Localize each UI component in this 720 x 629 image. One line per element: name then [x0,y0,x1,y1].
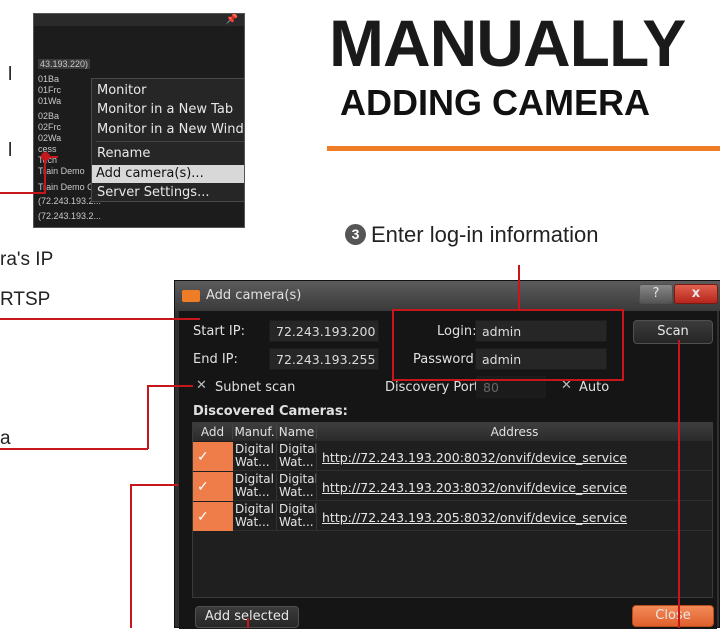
table-row[interactable]: ✓ Digital Wat... Digital Wat... http://72.2… [193,502,712,531]
menu-item-server-settings[interactable]: Server Settings... [97,185,209,200]
start-ip-field[interactable]: 72.243.193.200 [269,320,379,342]
discovery-port-label: Discovery Port: [385,380,484,395]
row-add-checkbox[interactable]: ✓ [193,472,233,501]
callout-line [518,265,520,310]
table-row[interactable]: ✓ Digital Wat... Digital Wat... http://72.2… [193,472,712,501]
row-manuf: Digital Wat... [233,473,277,501]
discovered-cameras-heading: Discovered Cameras: [193,404,348,419]
doc-text-fragment: ra's IP [0,249,54,270]
title-underline [327,146,720,151]
doc-text-fragment: a [0,428,11,449]
auto-label: Auto [579,380,610,395]
tree-item[interactable]: 02Ba [38,111,59,121]
window-close-button[interactable]: x [674,284,718,304]
tree-header-value: 43.193.220) [38,59,91,69]
table-header: Add Manuf. Name Address [193,423,712,441]
dialog-title: Add camera(s) [206,288,302,303]
callout-line [147,385,193,387]
cameras-table: Add Manuf. Name Address ✓ Digital Wat... D… [192,422,713,598]
tree-item[interactable]: 01Wa [38,96,61,106]
doc-text-fragment: RTSP [0,289,51,310]
row-address-link[interactable]: http://72.243.193.203:8032/onvif/device_… [322,480,627,495]
menu-item-monitor-new-window[interactable]: Monitor in a New Window [97,122,244,137]
callout-line [0,318,200,320]
callout-line [678,340,680,628]
callout-line [0,192,44,194]
step-text: Enter log-in information [371,222,599,247]
row-name: Digital Wat... [279,443,317,471]
column-add[interactable]: Add [193,425,233,439]
tree-item[interactable]: (72.243.193.2... [38,211,101,221]
tree-item[interactable]: 02Frc [38,122,61,132]
tree-item[interactable]: 01Frc [38,85,61,95]
subnet-scan-label: Subnet scan [215,380,296,395]
subnet-scan-checkbox[interactable]: ✕ [196,378,207,393]
menu-item-rename[interactable]: Rename [97,146,150,161]
context-menu: Monitor Monitor in a New Tab Monitor in … [91,78,244,202]
end-ip-label: End IP: [193,352,238,367]
row-address-link[interactable]: http://72.243.193.200:8032/onvif/device_… [322,450,627,465]
doc-text-fragment: l [8,140,13,161]
row-add-checkbox[interactable]: ✓ [193,442,233,471]
doc-text-fragment: l [8,64,13,85]
tree-item[interactable]: 02Wa [38,133,61,143]
callout-line [0,448,148,450]
menu-item-monitor[interactable]: Monitor [97,83,146,98]
column-address[interactable]: Address [317,425,712,439]
login-highlight-box [392,309,624,381]
callout-dot [41,152,50,161]
menu-item-add-camera[interactable]: Add camera(s)... [92,165,244,183]
close-button[interactable]: Close [632,605,714,627]
start-ip-label: Start IP: [193,324,245,339]
scan-button[interactable]: Scan [633,320,713,344]
pin-icon[interactable]: 📌 [226,14,238,25]
row-name: Digital Wat... [279,503,317,531]
row-manuf: Digital Wat... [233,503,277,531]
table-row[interactable]: ✓ Digital Wat... Digital Wat... http://72.2… [193,442,712,471]
callout-line [130,484,132,628]
row-manuf: Digital Wat... [233,443,277,471]
menu-item-monitor-new-tab[interactable]: Monitor in a New Tab [97,102,233,117]
tree-item[interactable]: 01Ba [38,74,59,84]
callout-line [147,385,149,449]
page-title: MANUALLY [329,6,686,80]
step-number-badge: 3 [345,223,366,245]
help-button[interactable]: ? [639,284,673,304]
tree-header [34,14,244,26]
context-menu-screenshot: 📌 43.193.220) 01Ba 01Frc 01Wa 02Ba 02Frc 02Wa… [33,13,245,228]
row-name: Digital Wat... [279,473,317,501]
dialog-titlebar[interactable]: Add camera(s) ? x [175,281,720,311]
callout-line [44,156,46,194]
row-address-link[interactable]: http://72.243.193.205:8032/onvif/device_… [322,510,627,525]
column-manuf[interactable]: Manuf. [233,425,277,439]
page-subtitle: ADDING CAMERA [340,82,650,123]
app-logo-icon [182,290,200,302]
callout-line [247,618,249,628]
end-ip-field[interactable]: 72.243.193.255 [269,348,379,370]
column-name[interactable]: Name [277,425,317,439]
menu-divider [96,141,244,142]
step-label: 3 Enter log-in information [345,222,598,248]
row-add-checkbox[interactable]: ✓ [193,502,233,531]
callout-line [130,484,178,486]
